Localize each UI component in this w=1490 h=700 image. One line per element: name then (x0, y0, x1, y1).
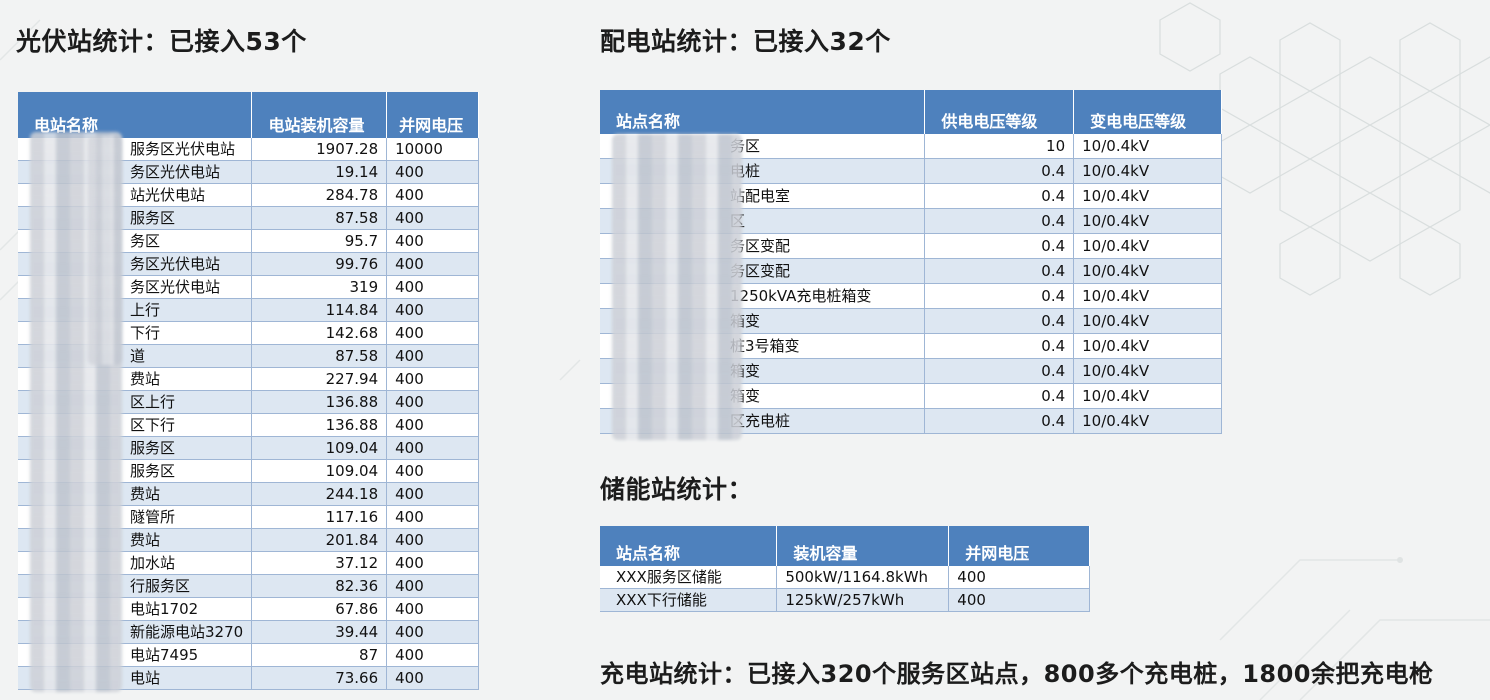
pv-cell-c2: 67.86 (251, 597, 388, 621)
pv-cell-c3: 400 (386, 597, 479, 621)
dist-cell-c3: 10/0.4kV (1073, 308, 1222, 334)
storage-col-voltage: 并网电压 (948, 526, 1090, 566)
pv-cell-c2: 73.66 (251, 666, 388, 690)
pv-cell-c2: 244.18 (251, 482, 388, 506)
pv-cell-c3: 400 (386, 620, 479, 644)
pv-cell-c2: 114.84 (251, 298, 388, 322)
dist-cell-c3: 10/0.4kV (1073, 283, 1222, 309)
pv-cell-c3: 400 (386, 252, 479, 276)
dist-cell-c2: 0.4 (924, 183, 1075, 209)
pv-cell-c3: 400 (386, 229, 479, 253)
pv-cell-c3: 400 (386, 367, 479, 391)
pv-cell-c2: 201.84 (251, 528, 388, 552)
dist-cell-c3: 10/0.4kV (1073, 134, 1222, 159)
pv-cell-c3: 400 (386, 413, 479, 437)
pv-cell-c2: 87.58 (251, 344, 388, 368)
storage-station-table: 站点名称 装机容量 并网电压 XXX服务区储能 500kW/1164.8kWh 40… (600, 526, 1090, 612)
dist-cell-c2: 0.4 (924, 258, 1075, 284)
dist-cell-c2: 0.4 (924, 208, 1075, 234)
dist-cell-c2: 0.4 (924, 408, 1075, 434)
dist-cell-c3: 10/0.4kV (1073, 358, 1222, 384)
dist-cell-c3: 10/0.4kV (1073, 408, 1222, 434)
pv-cell-c2: 136.88 (251, 390, 388, 414)
pv-cell-c2: 37.12 (251, 551, 388, 575)
pv-cell-c3: 400 (386, 505, 479, 529)
pv-cell-c2: 95.7 (251, 229, 388, 253)
storage-table-row: XXX下行储能 125kW/257kWh 400 (600, 588, 1090, 612)
dist-cell-c2: 0.4 (924, 308, 1075, 334)
redaction-mosaic-dist (612, 134, 742, 440)
pv-stats-title: 光伏站统计：已接入53个 (16, 27, 307, 56)
dist-cell-c3: 10/0.4kV (1073, 183, 1222, 209)
storage-stats-title: 储能站统计： (600, 475, 754, 504)
pv-cell-c3: 400 (386, 390, 479, 414)
pv-cell-c2: 227.94 (251, 367, 388, 391)
dist-cell-c3: 10/0.4kV (1073, 233, 1222, 259)
storage-cell-name: XXX下行储能 (600, 588, 778, 612)
pv-cell-c3: 400 (386, 275, 479, 299)
dist-col-transform-voltage: 变电电压等级 (1073, 90, 1222, 134)
dist-cell-c3: 10/0.4kV (1073, 158, 1222, 184)
pv-cell-c2: 117.16 (251, 505, 388, 529)
pv-cell-c3: 400 (386, 482, 479, 506)
dist-cell-c2: 10 (924, 134, 1075, 159)
charging-stats-title: 充电站统计：已接入320个服务区站点，800多个充电桩，1800余把充电枪 (600, 660, 1434, 688)
pv-cell-c3: 400 (386, 574, 479, 598)
pv-cell-c3: 400 (386, 666, 479, 690)
storage-col-capacity: 装机容量 (776, 526, 950, 566)
pv-col-voltage: 并网电压 (386, 92, 479, 138)
pv-cell-c2: 82.36 (251, 574, 388, 598)
pv-cell-c2: 284.78 (251, 183, 388, 207)
pv-cell-c3: 400 (386, 459, 479, 483)
pv-cell-c3: 400 (386, 436, 479, 460)
dist-col-supply-voltage: 供电电压等级 (924, 90, 1075, 134)
pv-cell-c2: 39.44 (251, 620, 388, 644)
pv-cell-c3: 400 (386, 321, 479, 345)
pv-cell-c3: 400 (386, 551, 479, 575)
dist-cell-c2: 0.4 (924, 158, 1075, 184)
dist-cell-c2: 0.4 (924, 333, 1075, 359)
storage-cell-c3: 400 (948, 588, 1090, 612)
pv-cell-c2: 1907.28 (251, 138, 388, 161)
storage-cell-name: XXX服务区储能 (600, 566, 778, 589)
pv-cell-c3: 400 (386, 298, 479, 322)
storage-col-name: 站点名称 (600, 526, 778, 566)
dist-col-name: 站点名称 (600, 90, 926, 134)
pv-cell-c2: 142.68 (251, 321, 388, 345)
pv-cell-c3: 400 (386, 528, 479, 552)
distribution-stats-title: 配电站统计：已接入32个 (600, 27, 891, 56)
dist-cell-c2: 0.4 (924, 233, 1075, 259)
dist-cell-c2: 0.4 (924, 283, 1075, 309)
pv-cell-c2: 19.14 (251, 160, 388, 184)
dist-cell-c3: 10/0.4kV (1073, 333, 1222, 359)
dist-cell-c2: 0.4 (924, 383, 1075, 409)
dist-cell-c3: 10/0.4kV (1073, 383, 1222, 409)
redaction-mosaic-pv-2 (88, 135, 122, 365)
pv-cell-c3: 400 (386, 160, 479, 184)
pv-col-capacity: 电站装机容量 (251, 92, 388, 138)
storage-table-row: XXX服务区储能 500kW/1164.8kWh 400 (600, 566, 1090, 589)
pv-cell-c3: 400 (386, 206, 479, 230)
storage-cell-c3: 400 (948, 566, 1090, 589)
pv-cell-c3: 400 (386, 344, 479, 368)
pv-cell-c3: 10000 (386, 138, 479, 161)
pv-cell-c2: 99.76 (251, 252, 388, 276)
storage-cell-c2: 125kW/257kWh (776, 588, 950, 612)
storage-cell-c2: 500kW/1164.8kWh (776, 566, 950, 589)
dist-cell-c3: 10/0.4kV (1073, 208, 1222, 234)
pv-cell-c2: 87.58 (251, 206, 388, 230)
pv-cell-c3: 400 (386, 643, 479, 667)
dist-cell-c3: 10/0.4kV (1073, 258, 1222, 284)
pv-cell-c2: 109.04 (251, 436, 388, 460)
pv-cell-c2: 136.88 (251, 413, 388, 437)
dist-cell-c2: 0.4 (924, 358, 1075, 384)
pv-cell-c3: 400 (386, 183, 479, 207)
pv-cell-c2: 87 (251, 643, 388, 667)
pv-cell-c2: 319 (251, 275, 388, 299)
pv-cell-c2: 109.04 (251, 459, 388, 483)
